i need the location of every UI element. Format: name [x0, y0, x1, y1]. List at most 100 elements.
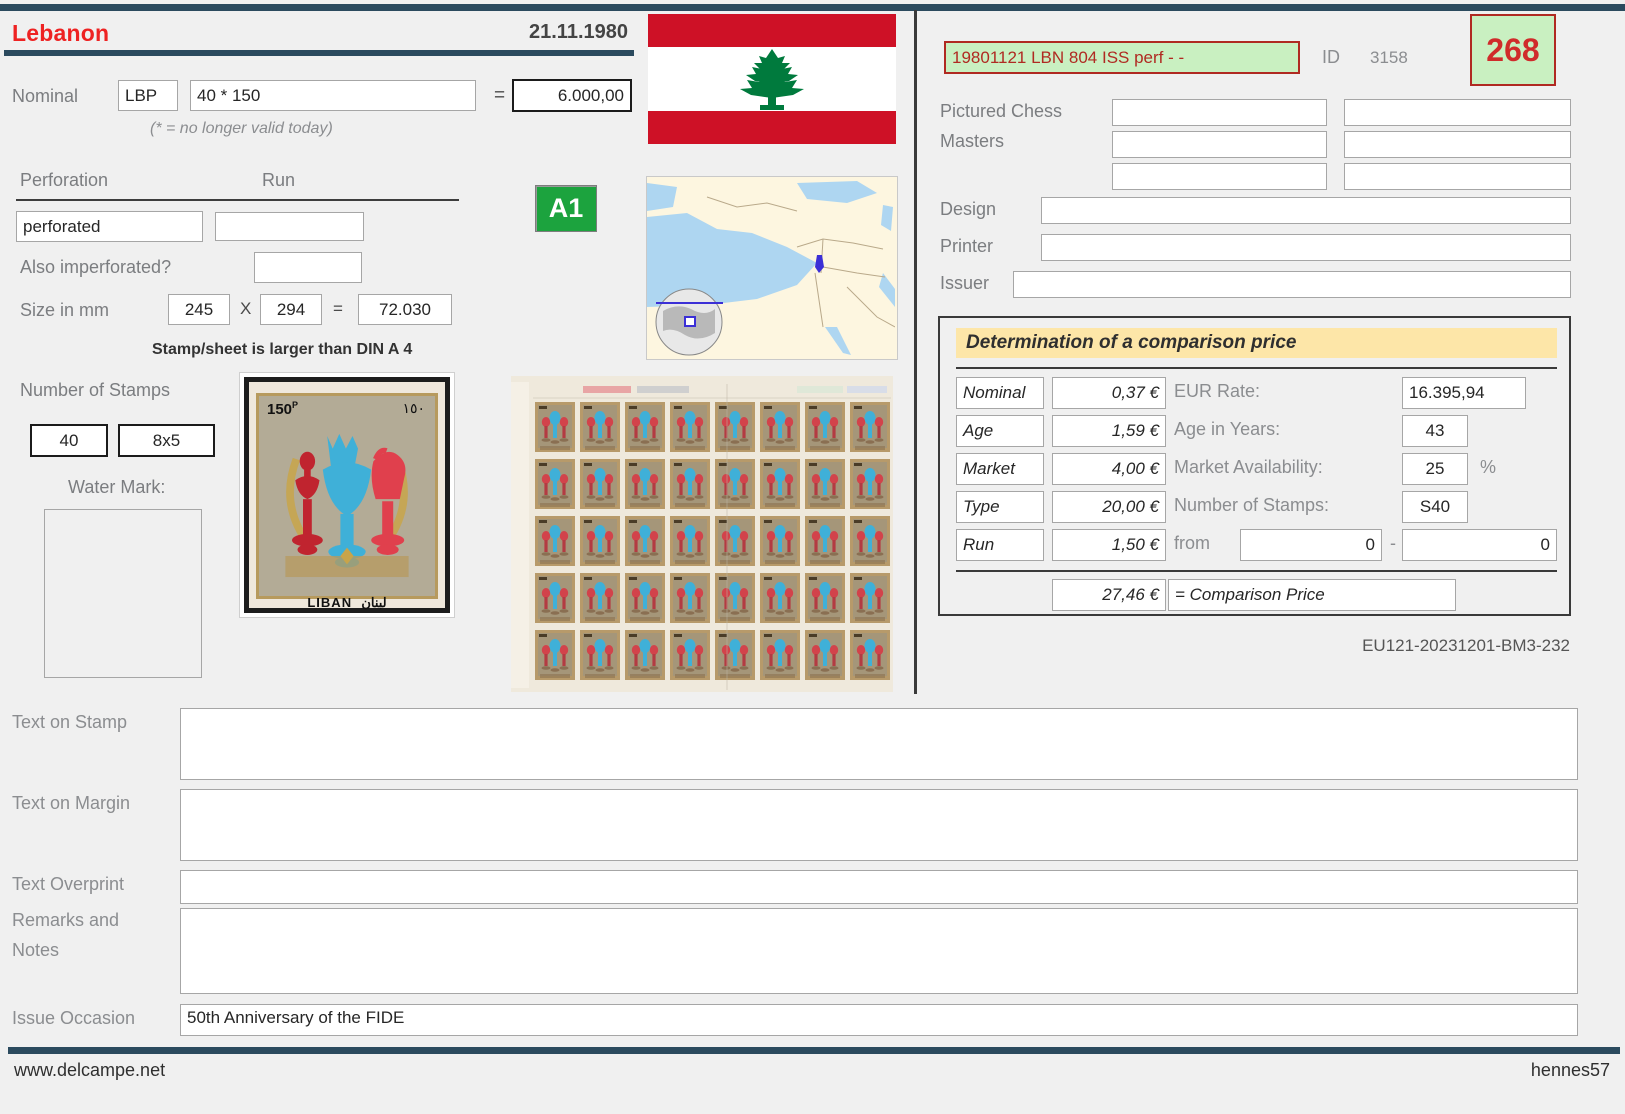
nominal-validity-note: (* = no longer valid today)	[150, 120, 333, 137]
design-label: Design	[940, 199, 997, 219]
stamp-image: 150P ١٥٠ LIBAN لبنان	[239, 372, 455, 618]
grade-badge-a1[interactable]: A1	[535, 185, 597, 232]
range-dash: -	[1390, 533, 1396, 553]
record-number-badge: 268	[1470, 14, 1556, 86]
pictured-chess-field-6[interactable]	[1344, 163, 1571, 190]
comparison-result-label: = Comparison Price	[1168, 579, 1456, 611]
comparison-row-name-3: Type	[956, 491, 1044, 523]
also-imperforated-label: Also imperforated?	[20, 257, 172, 277]
stamp-count-field[interactable]: 40	[30, 424, 108, 457]
map-graphic	[647, 177, 896, 357]
header-divider	[4, 50, 634, 56]
perforation-group-divider	[16, 199, 459, 201]
text-on-stamp-label: Text on Stamp	[12, 712, 128, 732]
also-imperforated-field[interactable]	[254, 252, 362, 283]
nominal-equals-sign: =	[494, 85, 506, 106]
comparison-row-label-1: Age in Years:	[1174, 419, 1281, 439]
printer-label: Printer	[940, 236, 994, 256]
design-field[interactable]	[1041, 197, 1571, 224]
text-on-margin-field[interactable]	[180, 789, 1578, 861]
pictured-chess-field-3[interactable]	[1112, 131, 1327, 158]
nominal-total-field[interactable]: 6.000,00	[512, 79, 632, 112]
comparison-row-label-2: Market Availability:	[1174, 457, 1323, 477]
text-overprint-field[interactable]	[180, 870, 1578, 904]
page-title: Lebanon	[12, 20, 110, 46]
text-overprint-label: Text Overprint	[12, 874, 125, 894]
flag-band-bottom	[648, 111, 896, 144]
record-code[interactable]: 19801121 LBN 804 ISS perf - -	[944, 41, 1300, 74]
nominal-expression-field[interactable]: 40 * 150	[190, 80, 476, 111]
stamp-record-window: Lebanon 21.11.1980 Nominal LBP 40 * 150 …	[0, 0, 1625, 1114]
age-in-years-field[interactable]: 43	[1402, 415, 1468, 447]
stamp-denomination: 150P	[267, 400, 299, 418]
sheet-grid-graphic	[511, 376, 893, 692]
comparison-result-divider	[956, 570, 1557, 572]
eur-rate-field[interactable]: 16.395,94	[1402, 377, 1526, 409]
text-on-stamp-field[interactable]	[180, 708, 1578, 780]
market-availability-field[interactable]: 25	[1402, 453, 1468, 485]
percent-sign: %	[1480, 457, 1497, 477]
size-x-sign: X	[240, 299, 252, 318]
size-note: Stamp/sheet is larger than DIN A 4	[152, 341, 413, 358]
comparison-row-name-1: Age	[956, 415, 1044, 447]
pictured-chess-field-2[interactable]	[1344, 99, 1571, 126]
watermark-field[interactable]	[44, 509, 202, 678]
comparison-row-label-0: EUR Rate:	[1174, 381, 1261, 401]
comparison-row-name-2: Market	[956, 453, 1044, 485]
run-label: Run	[262, 170, 296, 190]
issuer-field[interactable]	[1013, 271, 1571, 298]
id-value: 3158	[1370, 48, 1408, 67]
size-width-field[interactable]: 245	[168, 294, 230, 325]
top-divider	[0, 4, 1625, 11]
issue-occasion-field[interactable]: 50th Anniversary of the FIDE	[180, 1004, 1578, 1036]
stamp-country-name: LIBAN لبنان	[307, 595, 387, 610]
record-footer-code: EU121-20231201-BM3-232	[1362, 636, 1570, 655]
issue-date: 21.11.1980	[529, 21, 628, 43]
comparison-row-amount-1[interactable]: 1,59 €	[1052, 415, 1166, 447]
comparison-row-label-4: from	[1174, 533, 1210, 553]
stamp-frame: 150P ١٥٠	[256, 393, 438, 599]
currency-field[interactable]: LBP	[118, 80, 178, 111]
comparison-result-amount: 27,46 €	[1052, 579, 1166, 611]
stamp-grid-field[interactable]: 8x5	[118, 424, 215, 457]
size-equals-sign: =	[333, 299, 343, 318]
pictured-chess-label-line1: Pictured Chess	[940, 101, 1063, 121]
size-label: Size in mm	[20, 300, 110, 320]
comparison-row-amount-2[interactable]: 4,00 €	[1052, 453, 1166, 485]
comparison-price-title: Determination of a comparison price	[956, 328, 1557, 358]
comparison-row-name-4: Run	[956, 529, 1044, 561]
bottom-divider	[8, 1047, 1620, 1054]
range-from-field[interactable]: 0	[1240, 529, 1382, 561]
run-field[interactable]	[215, 212, 364, 241]
pictured-chess-field-5[interactable]	[1112, 163, 1327, 190]
comparison-row-amount-4[interactable]: 1,50 €	[1052, 529, 1166, 561]
pictured-chess-field-1[interactable]	[1112, 99, 1327, 126]
remarks-label-line1: Remarks and	[12, 910, 120, 930]
issuer-label: Issuer	[940, 273, 990, 293]
comparison-row-amount-3[interactable]: 20,00 €	[1052, 491, 1166, 523]
text-on-margin-label: Text on Margin	[12, 793, 131, 813]
user-watermark: hennes57	[1530, 1060, 1610, 1080]
comparison-row-amount-0[interactable]: 0,37 €	[1052, 377, 1166, 409]
comparison-price-panel: Determination of a comparison price Nomi…	[938, 316, 1571, 616]
number-of-stamps-label: Number of Stamps	[20, 380, 171, 400]
perforation-field[interactable]: perforated	[16, 211, 203, 242]
comparison-row-label-3: Number of Stamps:	[1174, 495, 1330, 515]
size-area-field[interactable]: 72.030	[358, 294, 452, 325]
number-of-stamps-code-field[interactable]: S40	[1402, 491, 1468, 523]
remarks-field[interactable]	[180, 908, 1578, 994]
cedar-tree-icon	[740, 49, 804, 110]
perforation-label: Perforation	[20, 170, 109, 190]
country-flag	[648, 14, 896, 144]
nominal-label: Nominal	[12, 86, 79, 106]
flag-band-top	[648, 14, 896, 47]
pictured-chess-field-4[interactable]	[1344, 131, 1571, 158]
comparison-row-name-0: Nominal	[956, 377, 1044, 409]
size-height-field[interactable]: 294	[260, 294, 322, 325]
watermark-label: Water Mark:	[68, 477, 166, 497]
stamp-denomination-arabic: ١٥٠	[402, 400, 425, 416]
range-to-field[interactable]: 0	[1402, 529, 1557, 561]
id-label: ID	[1322, 47, 1340, 67]
remarks-label-line2: Notes	[12, 940, 60, 960]
printer-field[interactable]	[1041, 234, 1571, 261]
